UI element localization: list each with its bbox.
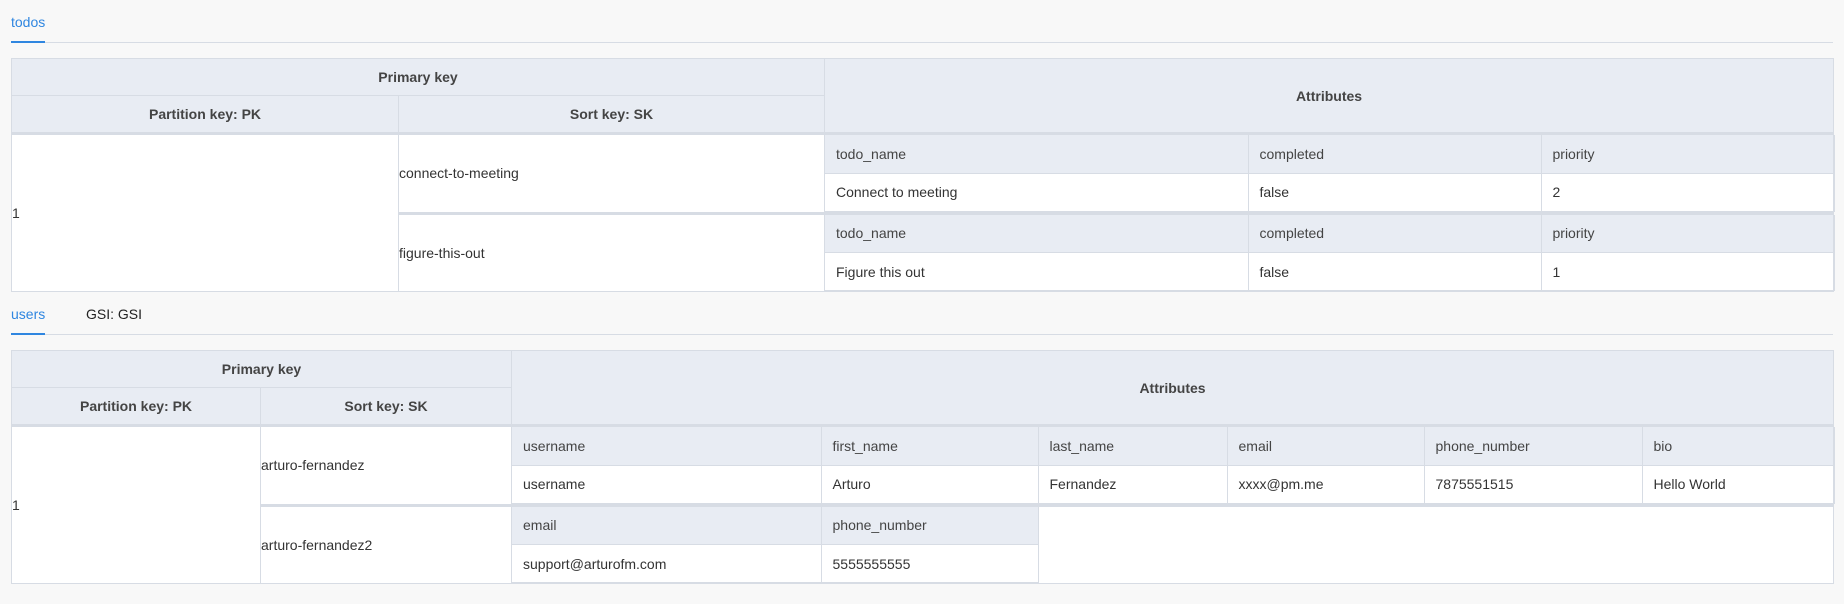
attr-value: xxxx@pm.me: [1226, 464, 1425, 504]
attr-name: email: [1226, 427, 1425, 466]
attr-value: Hello World: [1641, 464, 1835, 504]
sort-key-value: connect-to-meeting: [398, 132, 825, 214]
attr-name: bio: [1641, 427, 1835, 466]
partition-key-header: Partition key: PK: [11, 95, 399, 134]
attr-value: 1: [1540, 252, 1835, 291]
sort-key-value: arturo-fernandez: [260, 424, 512, 506]
attr-value: username: [512, 464, 822, 504]
item-attributes: email phone_number support@arturofm.com …: [511, 503, 1834, 584]
tab-gsi[interactable]: GSI: GSI: [86, 306, 142, 322]
attr-name: completed: [1247, 135, 1542, 174]
attr-name: username: [512, 427, 822, 466]
attr-value: false: [1247, 252, 1542, 291]
sort-key-value: arturo-fernandez2: [260, 503, 512, 584]
todos-table: Primary key Attributes Partition key: PK…: [11, 58, 1835, 292]
attr-value: false: [1247, 172, 1542, 212]
todos-tab-bar: todos: [11, 14, 1833, 43]
attr-value: Arturo: [820, 464, 1039, 504]
attr-name: completed: [1247, 214, 1542, 253]
item-attributes: username first_name last_name email phon…: [511, 424, 1835, 506]
tab-todos[interactable]: todos: [11, 14, 46, 43]
attributes-header: Attributes: [511, 350, 1834, 426]
sort-key-value: figure-this-out: [398, 211, 825, 292]
attr-name: phone_number: [1423, 427, 1643, 466]
tab-users[interactable]: users: [11, 306, 46, 335]
attr-name: email: [512, 506, 822, 545]
attr-value: Connect to meeting: [825, 172, 1249, 212]
attr-value: Figure this out: [825, 252, 1249, 291]
partition-key-value: 1: [11, 424, 261, 584]
users-tab-bar: users GSI: GSI: [11, 306, 1833, 335]
item-attributes: todo_name completed priority Figure this…: [824, 211, 1835, 292]
attr-name: priority: [1540, 135, 1835, 174]
attr-value: 7875551515: [1423, 464, 1643, 504]
sort-key-header: Sort key: SK: [260, 387, 512, 426]
attr-value: 5555555555: [820, 544, 1039, 583]
item-attributes: todo_name completed priority Connect to …: [824, 132, 1835, 214]
attr-name: todo_name: [825, 214, 1249, 253]
attr-name: last_name: [1037, 427, 1228, 466]
attr-name: todo_name: [825, 135, 1249, 174]
attributes-header: Attributes: [824, 58, 1834, 134]
attr-value: support@arturofm.com: [512, 544, 822, 583]
attr-name: first_name: [820, 427, 1039, 466]
attr-name: priority: [1540, 214, 1835, 253]
partition-key-value: 1: [11, 132, 399, 292]
primary-key-header: Primary key: [11, 58, 825, 96]
primary-key-header: Primary key: [11, 350, 512, 388]
partition-key-header: Partition key: PK: [11, 387, 261, 426]
attr-name: phone_number: [820, 506, 1039, 545]
users-table: Primary key Attributes Partition key: PK…: [11, 350, 1835, 584]
sort-key-header: Sort key: SK: [398, 95, 825, 134]
attr-value: Fernandez: [1037, 464, 1228, 504]
attr-value: 2: [1540, 172, 1835, 212]
